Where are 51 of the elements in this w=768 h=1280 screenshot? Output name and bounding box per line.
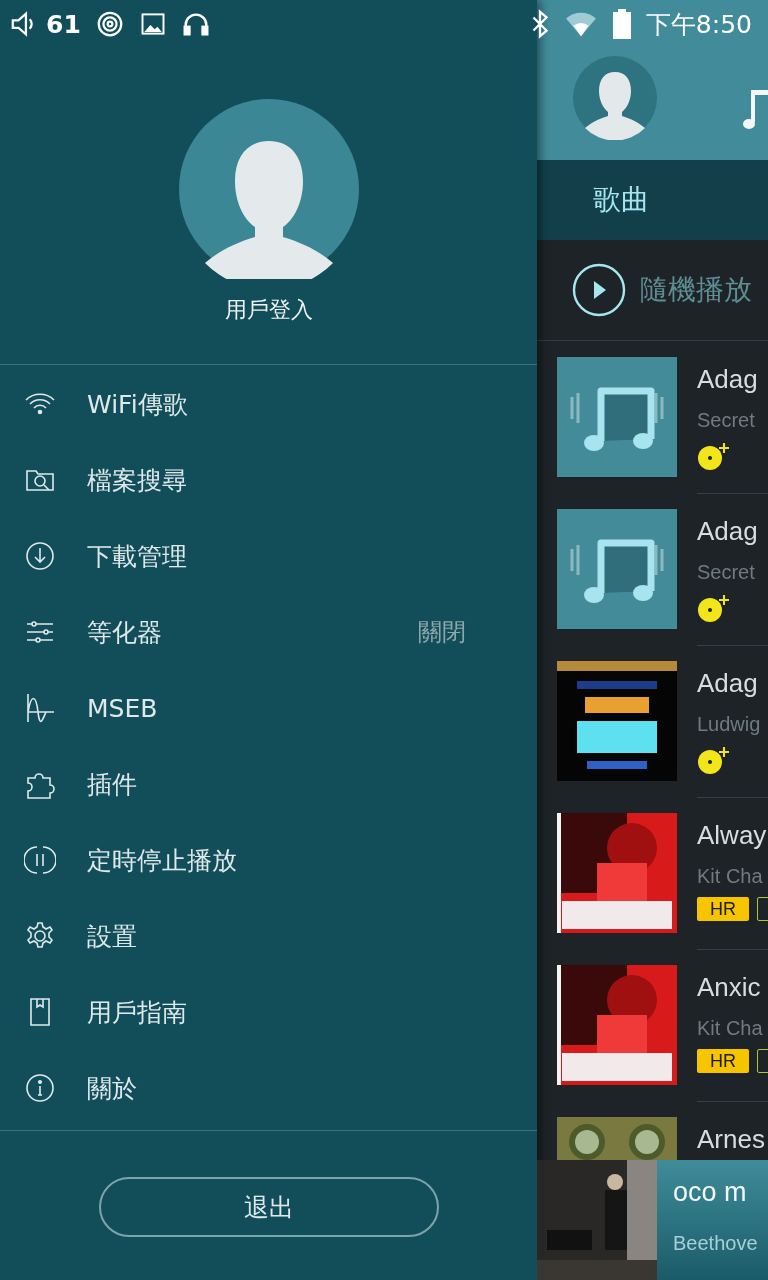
menu-item[interactable]: WiFi傳歌 [0, 366, 537, 442]
song-artist: Kit Cha [697, 864, 764, 889]
disc-icon [697, 593, 731, 623]
song-row[interactable]: Alway Kit Cha HR [537, 797, 768, 949]
quality-badge: HR [697, 897, 749, 921]
song-title: Alway [697, 819, 768, 852]
info-icon [24, 1072, 56, 1104]
menu-item[interactable]: 下載管理 [0, 518, 537, 594]
menu-item[interactable]: 等化器 關閉 [0, 594, 537, 670]
song-artist: Ludwig [697, 712, 761, 737]
menu-item[interactable]: 插件 [0, 746, 537, 822]
menu-item[interactable]: MSEB [0, 670, 537, 746]
play-icon [572, 263, 626, 317]
now-playing-artist: Beethove [673, 1232, 758, 1255]
song-title: Anxic [697, 971, 762, 1004]
quality-badge: HR [697, 1049, 749, 1073]
song-title: Arnes [697, 1123, 765, 1156]
disc-icon [697, 745, 731, 775]
menu-item[interactable]: 關於 [0, 1050, 537, 1126]
shuffle-row[interactable]: 隨機播放 [537, 240, 768, 341]
now-playing-title: oco m [673, 1176, 748, 1209]
menu-value: 關閉 [418, 617, 466, 648]
song-title: Adag [697, 667, 759, 700]
download-icon [24, 540, 56, 572]
waveform-icon [24, 692, 56, 724]
song-artist: Kit Cha [697, 1016, 764, 1041]
song-row[interactable]: Adag Secret [537, 341, 768, 493]
menu-item[interactable]: 定時停止播放 [0, 822, 537, 898]
login-label[interactable]: 用戶登入 [224, 295, 313, 325]
timer-icon [24, 844, 56, 876]
volume-level: 61 [46, 9, 81, 39]
menu-item[interactable]: 設置 [0, 898, 537, 974]
song-title: Adag [697, 363, 758, 396]
song-row[interactable]: Anxic Kit Cha HR [537, 949, 768, 1101]
music-note-icon [557, 357, 677, 477]
disc-icon [697, 441, 731, 471]
wifi-icon [563, 10, 598, 38]
song-row[interactable]: Adag Ludwig [537, 645, 768, 797]
tab[interactable]: 歌曲 [593, 181, 649, 219]
menu-item[interactable]: 檔案搜尋 [0, 442, 537, 518]
song-row[interactable]: Adag Secret [537, 493, 768, 645]
menu-item[interactable]: 用戶指南 [0, 974, 537, 1050]
song-title: Adag [697, 515, 758, 548]
song-artist: Secret [697, 560, 756, 585]
logout-button[interactable]: 退出 [98, 1177, 439, 1237]
avatar-icon[interactable] [178, 99, 359, 279]
mini-player[interactable]: oco m Beethove [537, 1160, 768, 1280]
music-note-icon [557, 509, 677, 629]
clock-time: 下午8:50 [645, 8, 752, 41]
song-artist: Secret [697, 408, 756, 433]
avatar-icon[interactable] [573, 56, 657, 140]
